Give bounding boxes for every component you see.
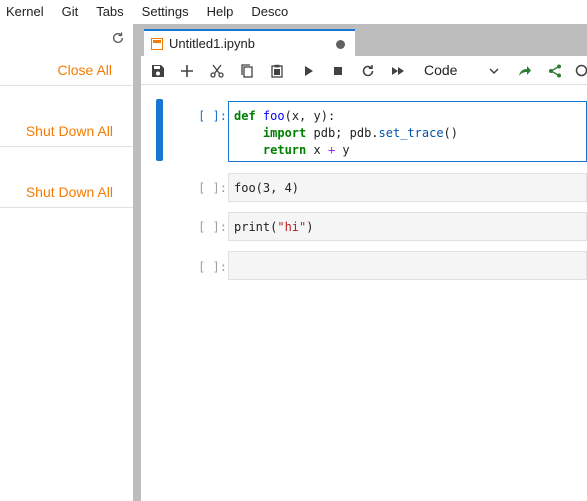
menu-bar: Kernel Git Tabs Settings Help Desco <box>0 0 587 24</box>
cell-prompt: [ ]: <box>198 181 227 195</box>
code-token: y <box>335 143 350 157</box>
cell-prompt: [ ]: <box>198 220 227 234</box>
code-token: () <box>443 126 458 140</box>
menu-tabs[interactable]: Tabs <box>96 0 123 24</box>
code-cell-editor[interactable]: foo(3, 4) <box>228 173 587 202</box>
menu-help[interactable]: Help <box>207 0 234 24</box>
cell-prompt: [ ]: <box>198 109 227 123</box>
tab-bar: Untitled1.ipynb <box>141 24 587 56</box>
code-line: return x + y <box>234 142 581 159</box>
code-token: "hi" <box>277 220 307 234</box>
cut-icon[interactable] <box>208 62 226 80</box>
cell-type-select[interactable]: Code <box>424 62 457 78</box>
terminals-section: Shut Down All <box>0 147 133 208</box>
active-cell-indicator <box>156 99 163 161</box>
code-token: set_trace <box>378 126 444 140</box>
shut-down-all-terminals-button[interactable]: Shut Down All <box>26 184 113 200</box>
menu-git[interactable]: Git <box>62 0 79 24</box>
save-icon[interactable] <box>149 62 167 80</box>
code-cell-editor[interactable]: print("hi") <box>228 212 587 241</box>
code-line: import pdb; pdb.set_trace() <box>234 125 581 142</box>
copy-icon[interactable] <box>238 62 256 80</box>
add-icon[interactable] <box>178 62 196 80</box>
panel-splitter[interactable] <box>133 24 141 501</box>
chevron-down-icon[interactable] <box>488 65 500 77</box>
code-token: print( <box>234 220 278 234</box>
running-sessions-sidebar: Close All Shut Down All Shut Down All <box>0 24 133 501</box>
code-token: (x, y): <box>284 109 336 123</box>
paste-icon[interactable] <box>268 62 286 80</box>
code-token: import <box>262 126 307 140</box>
tab-untitled1[interactable]: Untitled1.ipynb <box>144 29 355 56</box>
unsaved-dot-icon[interactable] <box>336 40 345 49</box>
menu-kernel[interactable]: Kernel <box>6 0 44 24</box>
shut-down-all-kernels-button[interactable]: Shut Down All <box>26 123 113 139</box>
code-token: foo <box>262 109 285 123</box>
share-icon[interactable] <box>546 62 564 80</box>
code-line: def foo(x, y): <box>234 108 581 125</box>
stop-icon[interactable] <box>329 62 347 80</box>
run-all-icon[interactable] <box>389 62 407 80</box>
code-token: pdb; pdb. <box>306 126 379 140</box>
kernels-section: Shut Down All <box>0 86 133 147</box>
code-token: x <box>306 143 328 157</box>
notebook-panel: Untitled1.ipynb Code []: def foo(x, y):… <box>141 24 587 501</box>
open-tabs-section: Close All <box>0 24 133 86</box>
kernel-status-icon[interactable] <box>575 62 587 80</box>
cell-prompt: [ ]: <box>198 260 227 274</box>
code-token: foo(3, 4) <box>234 181 300 195</box>
code-cell-editor[interactable] <box>228 251 587 280</box>
code-token: return <box>262 143 307 157</box>
notebook-toolbar: Code <box>141 56 587 85</box>
git-push-icon[interactable] <box>516 62 534 80</box>
code-cell-editor[interactable]: def foo(x, y): import pdb; pdb.set_trace… <box>228 101 587 162</box>
restart-icon[interactable] <box>359 62 377 80</box>
code-token: ) <box>306 220 314 234</box>
code-token: def <box>234 109 256 123</box>
tab-title: Untitled1.ipynb <box>169 36 255 51</box>
run-icon[interactable] <box>299 62 317 80</box>
code-line: foo(3, 4) <box>234 180 581 197</box>
notebook-icon <box>151 37 163 50</box>
code-line: print("hi") <box>234 219 581 236</box>
menu-settings[interactable]: Settings <box>142 0 189 24</box>
close-all-button[interactable]: Close All <box>58 62 112 78</box>
menu-desco[interactable]: Desco <box>251 0 288 24</box>
